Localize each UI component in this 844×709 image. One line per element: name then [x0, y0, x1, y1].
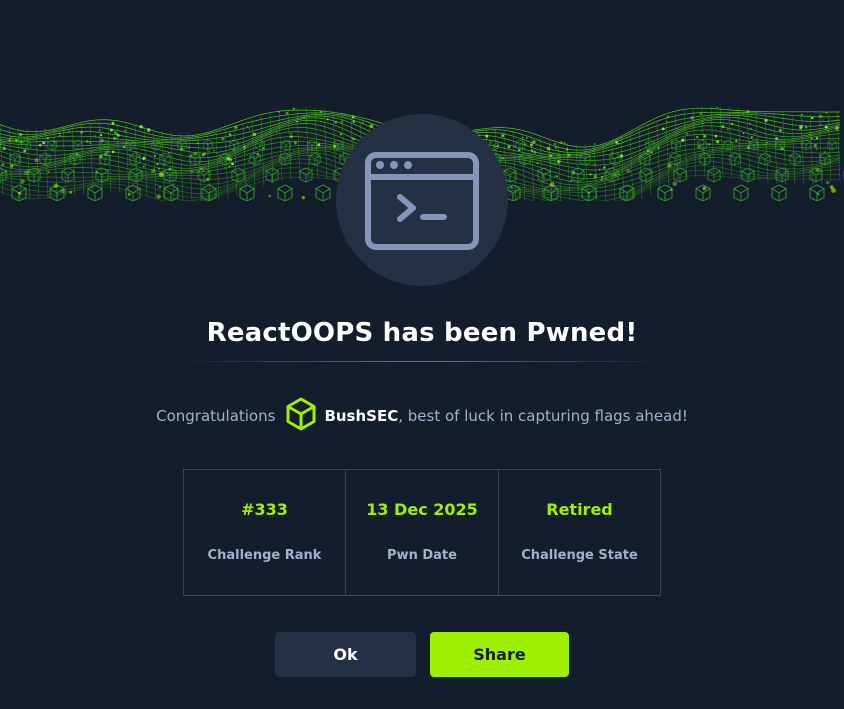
- title-divider: [176, 361, 668, 362]
- stat-label: Challenge State: [521, 548, 638, 563]
- stat-challenge-state: Retired Challenge State: [498, 470, 660, 595]
- ok-button[interactable]: Ok: [275, 632, 416, 677]
- modal-title: ReactOOPS has been Pwned!: [206, 318, 638, 348]
- stat-pwn-date: 13 Dec 2025 Pwn Date: [345, 470, 498, 595]
- congrats-suffix: , best of luck in capturing flags ahead!: [398, 407, 688, 425]
- congrats-prefix: Congratulations: [156, 407, 276, 425]
- stat-value: 13 Dec 2025: [366, 500, 478, 519]
- stat-value: Retired: [546, 500, 613, 519]
- stat-label: Challenge Rank: [207, 548, 322, 563]
- pwned-modal: ReactOOPS has been Pwned! Congratulation…: [0, 0, 844, 709]
- stat-value: #333: [241, 500, 288, 519]
- stat-challenge-rank: #333 Challenge Rank: [184, 470, 345, 595]
- share-button[interactable]: Share: [430, 632, 569, 677]
- hexagon-cube-icon: [285, 397, 317, 435]
- terminal-window-icon: [365, 152, 479, 250]
- challenge-badge: [336, 114, 508, 286]
- congratulations-message: Congratulations BushSEC , best of luck i…: [0, 397, 844, 435]
- stat-label: Pwn Date: [387, 548, 457, 563]
- stats-table: #333 Challenge Rank 13 Dec 2025 Pwn Date…: [183, 469, 661, 596]
- username-link[interactable]: BushSEC: [324, 407, 398, 425]
